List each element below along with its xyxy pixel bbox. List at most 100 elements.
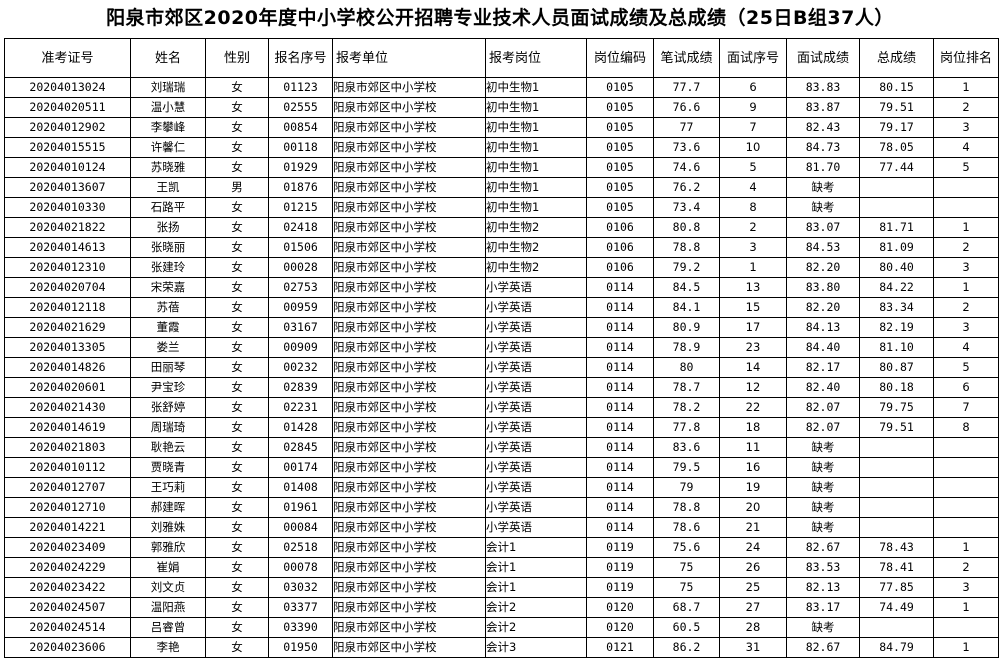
position-cell: 小学英语 — [485, 277, 587, 298]
unit-cell: 阳泉市郊区中小学校 — [332, 277, 486, 298]
table-row: 20204010112 贾晓青女 00174 阳泉市郊区中小学校 小学英语 0114 79.… — [4, 457, 999, 478]
gender-cell: 女 — [205, 117, 269, 138]
rank-cell: 7 — [933, 397, 999, 418]
exam-number-cell: 20204015515 — [4, 137, 131, 158]
gender-cell: 女 — [205, 597, 269, 618]
total-score-cell: 84.79 — [859, 637, 934, 658]
gender-cell: 女 — [205, 477, 269, 498]
registration-number-cell: 00118 — [268, 137, 333, 158]
position-code-cell: 0105 — [586, 77, 654, 98]
position-cell: 小学英语 — [485, 457, 587, 478]
registration-number-cell: 02845 — [268, 437, 333, 458]
interview-score-cell: 83.87 — [786, 97, 860, 118]
interview-order-cell: 16 — [719, 457, 787, 478]
gender-cell: 女 — [205, 397, 269, 418]
unit-cell: 阳泉市郊区中小学校 — [332, 617, 486, 638]
interview-score-cell: 缺考 — [786, 197, 860, 218]
name-cell: 董霞 — [130, 317, 206, 338]
written-score-cell: 80 — [653, 357, 720, 378]
total-score-cell: 81.10 — [859, 337, 934, 358]
interview-order-cell: 22 — [719, 397, 787, 418]
written-score-cell: 76.2 — [653, 177, 720, 198]
unit-cell: 阳泉市郊区中小学校 — [332, 437, 486, 458]
unit-cell: 阳泉市郊区中小学校 — [332, 217, 486, 238]
position-code-cell: 0114 — [586, 457, 654, 478]
interview-score-cell: 83.17 — [786, 597, 860, 618]
unit-cell: 阳泉市郊区中小学校 — [332, 257, 486, 278]
header-interview-order: 面试序号 — [719, 38, 787, 78]
table-row: 20204013305 娄兰女 00909 阳泉市郊区中小学校 小学英语 0114 78.9… — [4, 337, 999, 358]
unit-cell: 阳泉市郊区中小学校 — [332, 97, 486, 118]
total-score-cell — [859, 177, 934, 198]
position-cell: 小学英语 — [485, 517, 587, 538]
rank-cell: 1 — [933, 537, 999, 558]
written-score-cell: 79.5 — [653, 457, 720, 478]
exam-number-cell: 20204014619 — [4, 417, 131, 438]
rank-cell: 3 — [933, 257, 999, 278]
rank-cell — [933, 177, 999, 198]
position-code-cell: 0120 — [586, 617, 654, 638]
exam-number-cell: 20204013607 — [4, 177, 131, 198]
header-written-score: 笔试成绩 — [653, 38, 720, 78]
exam-number-cell: 20204012710 — [4, 497, 131, 518]
unit-cell: 阳泉市郊区中小学校 — [332, 457, 486, 478]
table-row: 20204010124 苏晓雅女 01929 阳泉市郊区中小学校 初中生物1 0105 74… — [4, 157, 999, 178]
table-row: 20204015515 许馨仁女 00118 阳泉市郊区中小学校 初中生物1 0105 73… — [4, 137, 999, 158]
table-row: 20204023422 刘文贞女 03032 阳泉市郊区中小学校 会计1 0119 75 25… — [4, 577, 999, 598]
interview-score-cell: 缺考 — [786, 457, 860, 478]
total-score-cell: 80.40 — [859, 257, 934, 278]
name-cell: 娄兰 — [130, 337, 206, 358]
table-row: 20204014613 张晓丽女 01506 阳泉市郊区中小学校 初中生物2 0106 78… — [4, 237, 999, 258]
table-row: 20204024507 温阳燕女 03377 阳泉市郊区中小学校 会计2 0120 68.7… — [4, 597, 999, 618]
registration-number-cell: 02555 — [268, 97, 333, 118]
interview-order-cell: 5 — [719, 157, 787, 178]
exam-number-cell: 20204010112 — [4, 457, 131, 478]
position-code-cell: 0114 — [586, 517, 654, 538]
header-rank: 岗位排名 — [933, 38, 999, 78]
position-cell: 会计1 — [485, 577, 587, 598]
position-code-cell: 0105 — [586, 137, 654, 158]
position-code-cell: 0106 — [586, 237, 654, 258]
registration-number-cell: 00028 — [268, 257, 333, 278]
name-cell: 刘文贞 — [130, 577, 206, 598]
exam-number-cell: 20204014826 — [4, 357, 131, 378]
registration-number-cell: 01876 — [268, 177, 333, 198]
name-cell: 尹宝珍 — [130, 377, 206, 398]
exam-number-cell: 20204021822 — [4, 217, 131, 238]
interview-order-cell: 24 — [719, 537, 787, 558]
total-score-cell — [859, 497, 934, 518]
position-cell: 小学英语 — [485, 497, 587, 518]
position-cell: 会计1 — [485, 557, 587, 578]
unit-cell: 阳泉市郊区中小学校 — [332, 397, 486, 418]
exam-number-cell: 20204020704 — [4, 277, 131, 298]
unit-cell: 阳泉市郊区中小学校 — [332, 117, 486, 138]
unit-cell: 阳泉市郊区中小学校 — [332, 237, 486, 258]
name-cell: 李艳 — [130, 637, 206, 658]
unit-cell: 阳泉市郊区中小学校 — [332, 297, 486, 318]
header-row: 准考证号 姓名 性别 报名序号 报考单位 报考岗位 岗位编码 笔试成绩 面试序号… — [4, 38, 999, 78]
total-score-cell — [859, 517, 934, 538]
unit-cell: 阳泉市郊区中小学校 — [332, 577, 486, 598]
gender-cell: 女 — [205, 577, 269, 598]
total-score-cell: 83.34 — [859, 297, 934, 318]
total-score-cell: 81.09 — [859, 237, 934, 258]
rank-cell: 8 — [933, 417, 999, 438]
interview-score-cell: 82.07 — [786, 397, 860, 418]
gender-cell: 女 — [205, 77, 269, 98]
registration-number-cell: 01950 — [268, 637, 333, 658]
rank-cell: 1 — [933, 277, 999, 298]
gender-cell: 女 — [205, 197, 269, 218]
exam-number-cell: 20204023409 — [4, 537, 131, 558]
written-score-cell: 78.7 — [653, 377, 720, 398]
interview-order-cell: 26 — [719, 557, 787, 578]
written-score-cell: 73.4 — [653, 197, 720, 218]
name-cell: 张舒婷 — [130, 397, 206, 418]
position-cell: 初中生物1 — [485, 197, 587, 218]
position-cell: 小学英语 — [485, 317, 587, 338]
unit-cell: 阳泉市郊区中小学校 — [332, 477, 486, 498]
table-row: 20204024514 吕睿曾女 03390 阳泉市郊区中小学校 会计2 0120 60.5… — [4, 617, 999, 638]
unit-cell: 阳泉市郊区中小学校 — [332, 357, 486, 378]
interview-score-cell: 缺考 — [786, 477, 860, 498]
table-row: 20204021430 张舒婷女 02231 阳泉市郊区中小学校 小学英语 0114 78.… — [4, 397, 999, 418]
name-cell: 郭雅欣 — [130, 537, 206, 558]
